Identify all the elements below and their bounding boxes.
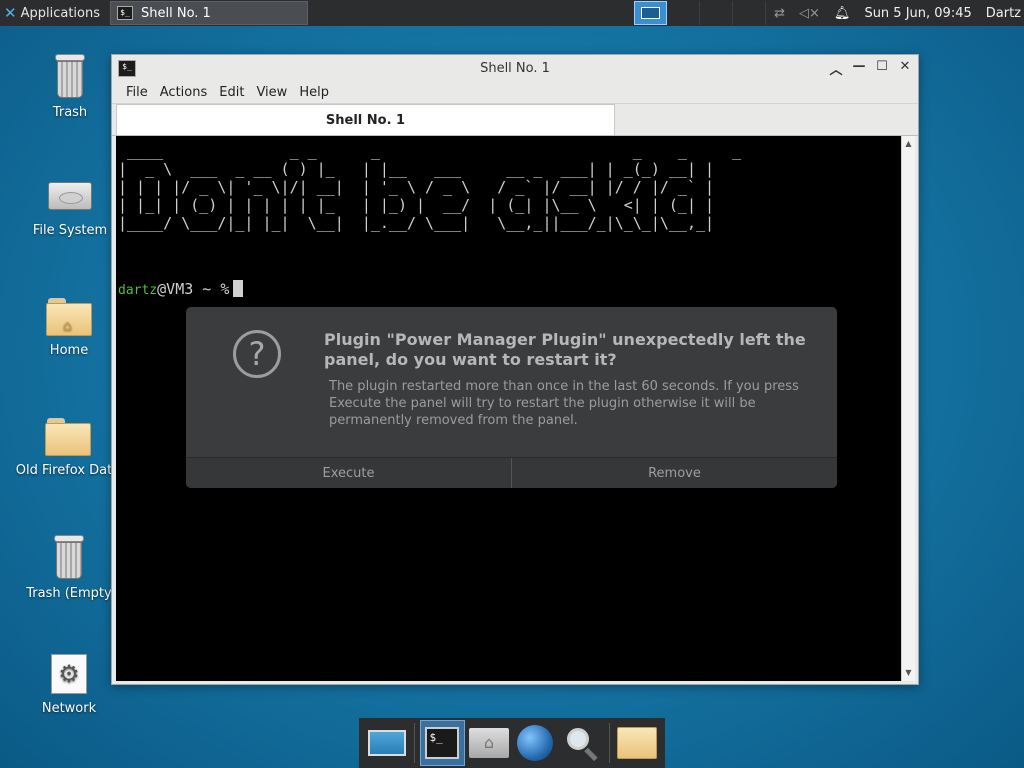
dock-app-finder[interactable] bbox=[559, 720, 603, 766]
execute-button[interactable]: Execute bbox=[186, 458, 512, 488]
applications-menu[interactable]: ✕ Applications bbox=[0, 0, 104, 26]
home-folder-icon: ⌂ bbox=[46, 298, 92, 336]
workspace-switcher bbox=[634, 1, 766, 25]
network-icon: ⚙︎ bbox=[51, 654, 87, 694]
xfce-logo-icon: ✕ bbox=[4, 4, 17, 22]
shade-icon[interactable]: ︿ bbox=[829, 59, 843, 78]
clock[interactable]: Sun 5 Jun, 09:45 bbox=[864, 6, 971, 21]
scroll-up-icon[interactable]: ▲ bbox=[902, 138, 915, 150]
taskbar-button-label: Shell No. 1 bbox=[141, 5, 211, 21]
workspace-2[interactable] bbox=[667, 1, 700, 25]
terminal-icon: $_ bbox=[117, 6, 133, 20]
dialog-message: The plugin restarted more than once in t… bbox=[329, 379, 799, 428]
desktop-icon-label: Trash (Empty bbox=[26, 586, 112, 601]
workspace-4[interactable] bbox=[733, 1, 766, 25]
desktop-icon-label: File System bbox=[32, 223, 108, 238]
dock: $_ ⌂ bbox=[359, 718, 665, 768]
menu-help[interactable]: Help bbox=[293, 85, 335, 100]
home-folder-icon: ⌂ bbox=[468, 728, 509, 758]
ascii-banner: ____ _ _ _ _ _ _ | _ \ ___ _ __ ( ) |_ |… bbox=[118, 142, 742, 232]
applications-label: Applications bbox=[20, 5, 100, 21]
menu-view[interactable]: View bbox=[250, 85, 293, 100]
scroll-down-icon[interactable]: ▼ bbox=[902, 667, 915, 679]
text-cursor bbox=[233, 280, 244, 297]
trash-icon bbox=[53, 54, 87, 98]
dock-separator bbox=[414, 723, 416, 763]
terminal-icon: $_ bbox=[425, 727, 460, 759]
tab-bar: Shell No. 1 bbox=[112, 104, 918, 136]
desktop-icon-network[interactable]: ⚙︎ Network bbox=[14, 654, 124, 717]
workspace-3[interactable] bbox=[700, 1, 733, 25]
system-tray: ⇄ ◁× 🔔︎ Sun 5 Jun, 09:45 Dartz bbox=[774, 0, 1024, 26]
dialog-title: Plugin "Power Manager Plugin" unexpected… bbox=[324, 330, 806, 369]
dock-show-desktop[interactable] bbox=[365, 720, 409, 766]
user-menu[interactable]: Dartz bbox=[986, 6, 1021, 21]
desktop-icon-label: Home bbox=[49, 343, 89, 358]
dialog-buttons: Execute Remove bbox=[186, 457, 837, 488]
desktop-icon-label: Network bbox=[41, 701, 97, 716]
desktop-icon-label: Trash bbox=[52, 105, 88, 120]
desktop-icon-trash[interactable]: Trash bbox=[15, 54, 125, 121]
window-title: Shell No. 1 bbox=[480, 60, 550, 76]
folder-icon bbox=[616, 727, 657, 759]
terminal-icon: $_ bbox=[118, 59, 136, 77]
desktop-icon-label: Old Firefox Data bbox=[15, 463, 121, 478]
globe-icon bbox=[517, 725, 554, 761]
dock-file-manager[interactable]: ⌂ bbox=[467, 720, 511, 766]
desktop-icon-old-firefox-data[interactable]: Old Firefox Data bbox=[13, 418, 123, 479]
drive-icon bbox=[48, 178, 92, 216]
dock-web-browser[interactable] bbox=[513, 720, 557, 766]
menu-edit[interactable]: Edit bbox=[213, 85, 250, 100]
folder-icon bbox=[45, 418, 91, 456]
menu-bar: File Actions Edit View Help bbox=[112, 81, 918, 104]
tab-shell-1[interactable]: Shell No. 1 bbox=[116, 104, 615, 135]
dock-folder[interactable] bbox=[615, 720, 659, 766]
desktop-icon-trash-empty[interactable]: Trash (Empty bbox=[14, 535, 124, 602]
remove-button[interactable]: Remove bbox=[512, 458, 837, 488]
terminal-scrollbar[interactable]: ▲ ▼ bbox=[901, 136, 915, 681]
menu-actions[interactable]: Actions bbox=[154, 85, 214, 100]
desktop-icon-home[interactable]: ⌂ Home bbox=[14, 298, 124, 359]
close-icon[interactable]: ✕ bbox=[898, 59, 912, 78]
volume-muted-icon[interactable]: ◁× bbox=[799, 6, 820, 21]
magnifier-icon bbox=[565, 726, 599, 762]
window-titlebar[interactable]: $_ Shell No. 1 ︿ — ☐ ✕ bbox=[112, 55, 918, 81]
taskbar-button-shell[interactable]: $_ Shell No. 1 bbox=[110, 1, 308, 25]
window-controls: ︿ — ☐ ✕ bbox=[829, 59, 912, 78]
minimize-icon[interactable]: — bbox=[852, 59, 866, 78]
show-desktop-icon bbox=[368, 730, 407, 756]
question-icon: ? bbox=[233, 330, 281, 378]
dock-separator bbox=[608, 723, 610, 763]
shell-prompt: dartz@VM3 ~ % bbox=[118, 280, 244, 300]
maximize-icon[interactable]: ☐ bbox=[875, 59, 889, 78]
trash-icon bbox=[52, 535, 86, 579]
desktop-icon-file-system[interactable]: File System bbox=[15, 178, 125, 239]
menu-file[interactable]: File bbox=[120, 85, 154, 100]
network-disconnected-icon[interactable]: ⇄ bbox=[774, 6, 785, 21]
notification-bell-icon[interactable]: 🔔︎ bbox=[834, 6, 851, 21]
top-panel: ✕ Applications $_ Shell No. 1 ⇄ ◁× 🔔︎ Su… bbox=[0, 0, 1024, 26]
dock-terminal[interactable]: $_ bbox=[420, 720, 465, 766]
prompt-user: dartz bbox=[118, 283, 158, 298]
workspace-1[interactable] bbox=[634, 1, 667, 25]
plugin-restart-dialog: ? Plugin "Power Manager Plugin" unexpect… bbox=[186, 307, 837, 488]
prompt-host: @VM3 ~ % bbox=[157, 280, 230, 298]
